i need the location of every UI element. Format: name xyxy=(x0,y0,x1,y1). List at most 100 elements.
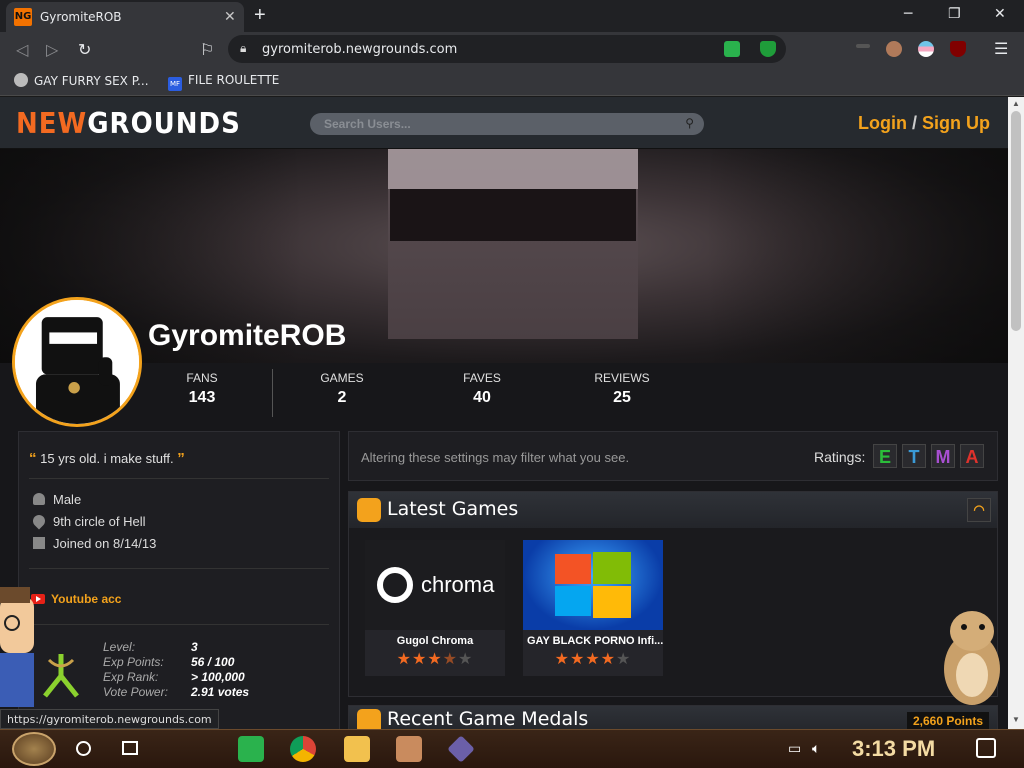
back-icon[interactable]: ◁ xyxy=(16,40,28,59)
shield-extension-icon[interactable] xyxy=(760,41,776,57)
bookmark-gay-furry[interactable]: GAY FURRY SEX P... xyxy=(14,73,149,88)
bookmark-star-icon[interactable]: ⚐ xyxy=(200,40,214,59)
signup-link[interactable]: Sign Up xyxy=(922,113,990,133)
profile-username: GyromiteROB xyxy=(148,319,347,352)
recent-medals-title[interactable]: Recent Game Medals xyxy=(387,708,588,729)
joined-text: Joined on 8/14/13 xyxy=(53,536,157,551)
close-tab-icon[interactable]: ✕ xyxy=(224,8,236,25)
star-rating: ★★★★★ xyxy=(554,651,632,668)
flag-extension-icon[interactable] xyxy=(918,41,934,57)
exp-value: 56 / 100 xyxy=(191,655,235,669)
windows-logo-red xyxy=(555,554,591,584)
stat-fans[interactable]: FANS 143 xyxy=(142,371,262,407)
latest-games-header: Latest Games ◠ xyxy=(349,492,997,528)
taskbar-clock[interactable]: 3:13 PM xyxy=(852,736,935,762)
newgrounds-favicon-icon: NG xyxy=(14,8,32,26)
forward-icon[interactable]: ▷ xyxy=(46,40,58,59)
reload-icon[interactable]: ↻ xyxy=(78,40,91,59)
stat-value: 25 xyxy=(613,389,631,406)
desktop-pet-hamster-icon[interactable] xyxy=(940,605,1004,709)
profile-stats: FANS 143 GAMES 2 FAVES 40 REVIEWS 25 xyxy=(0,363,1008,421)
search-circle-icon[interactable] xyxy=(76,741,91,756)
star-rating: ★★★★★ xyxy=(396,651,474,668)
stat-games[interactable]: GAMES 2 xyxy=(282,371,402,407)
level-slingshot-icon xyxy=(43,654,79,698)
network-icon[interactable]: ▭ xyxy=(788,741,801,757)
close-window-icon[interactable]: ✕ xyxy=(994,6,1006,22)
restore-icon[interactable]: ❐ xyxy=(948,6,961,22)
gender-text: Male xyxy=(53,492,82,507)
thumb-text: chroma xyxy=(421,572,495,597)
avatar-drawing xyxy=(15,300,139,424)
rss-icon[interactable]: ◠ xyxy=(967,498,991,522)
newgrounds-logo[interactable]: NEWGROUNDS xyxy=(16,108,241,141)
chat-extension-icon[interactable] xyxy=(724,41,740,57)
user-avatar[interactable] xyxy=(12,297,142,427)
joined-row: Joined on 8/14/13 xyxy=(33,536,156,551)
unity-icon[interactable] xyxy=(447,735,475,763)
notification-icon[interactable] xyxy=(976,738,996,758)
scroll-up-icon[interactable]: ▲ xyxy=(1012,99,1020,108)
tab-gyromiterob[interactable]: NG GyromiteROB ✕ xyxy=(6,2,244,32)
rating-t-toggle[interactable]: T xyxy=(902,444,926,468)
browser-toolbar: ◁ ▷ ↻ ⚐ 🔒︎ gyromiterob.newgrounds.com ☰ xyxy=(0,32,1024,66)
stat-faves[interactable]: FAVES 40 xyxy=(422,371,542,407)
menu-icon[interactable]: ☰ xyxy=(994,39,1008,59)
level-value: 3 xyxy=(191,640,198,654)
start-button[interactable] xyxy=(12,732,56,766)
minimize-icon[interactable]: ─ xyxy=(904,6,912,22)
location-text: 9th circle of Hell xyxy=(53,514,146,529)
level-stats: Level: 3 Exp Points: 56 / 100 Exp Rank: > 1… xyxy=(103,640,249,700)
bookmark-file-roulette[interactable]: MF FILE ROULETTE xyxy=(168,73,279,91)
lock-icon: 🔒︎ xyxy=(240,41,247,55)
scroll-down-icon[interactable]: ▼ xyxy=(1012,715,1020,724)
ublock-icon[interactable] xyxy=(950,41,966,57)
filter-description: Altering these settings may filter what … xyxy=(361,450,630,465)
latest-games-title[interactable]: Latest Games xyxy=(387,498,518,520)
chroma-logo-icon xyxy=(377,567,413,603)
tab-strip: NG GyromiteROB ✕ + ─ ❐ ✕ xyxy=(0,0,1024,32)
vote-value: 2.91 votes xyxy=(191,685,250,699)
page-scrollbar[interactable]: ▲ ▼ xyxy=(1008,97,1024,729)
auth-links: Login / Sign Up xyxy=(858,113,990,134)
stat-label: REVIEWS xyxy=(594,371,650,385)
stat-divider xyxy=(272,369,273,417)
address-bar[interactable]: 🔒︎ gyromiterob.newgrounds.com xyxy=(228,35,786,63)
rating-e-toggle[interactable]: E xyxy=(873,444,897,468)
desktop-pet-hank-icon[interactable] xyxy=(0,587,40,707)
search-icon[interactable]: ⚲ xyxy=(685,116,694,130)
chrome-icon[interactable] xyxy=(290,736,316,762)
scroll-thumb[interactable] xyxy=(1011,111,1021,331)
profile-info-panel: “ 15 yrs old. i make stuff. ” Male 9th c… xyxy=(18,431,340,729)
divider xyxy=(29,478,329,479)
chat-app-icon[interactable] xyxy=(238,736,264,762)
youtube-link-text: Youtube acc xyxy=(51,592,122,606)
gamepad-icon xyxy=(357,498,381,522)
stat-value: 40 xyxy=(473,389,491,406)
game-card-gugol-chroma[interactable]: chroma Gugol Chroma ★★★★★ xyxy=(365,540,505,676)
extension-icon[interactable] xyxy=(856,44,870,48)
task-view-icon[interactable] xyxy=(122,741,138,755)
game-title: GAY BLACK PORNO Infi... xyxy=(527,635,663,647)
avatar-extension-icon[interactable] xyxy=(886,41,902,57)
app-icon[interactable] xyxy=(396,736,422,762)
game-card-gay-black-porno[interactable]: GAY BLACK PORNO Infi... ★★★★★ xyxy=(523,540,663,676)
windows-logo-yellow xyxy=(593,586,631,618)
url-text: gyromiterob.newgrounds.com xyxy=(262,42,458,57)
rating-m-toggle[interactable]: M xyxy=(931,444,955,468)
game-thumbnail xyxy=(523,540,663,630)
medal-icon xyxy=(357,709,381,729)
login-link[interactable]: Login xyxy=(858,113,907,133)
page-viewport: NEWGROUNDS Search Users... ⚲ Login / Sig… xyxy=(0,97,1008,729)
volume-muted-icon[interactable]: 🔈︎ xyxy=(812,741,820,757)
link-status-bar: https://gyromiterob.newgrounds.com xyxy=(0,709,219,729)
stat-reviews[interactable]: REVIEWS 25 xyxy=(562,371,682,407)
bookmarks-bar: GAY FURRY SEX P... MF FILE ROULETTE xyxy=(0,66,1024,96)
rating-a-toggle[interactable]: A xyxy=(960,444,984,468)
youtube-link[interactable]: Youtube acc xyxy=(31,592,121,606)
new-tab-icon[interactable]: + xyxy=(254,4,266,27)
medal-points-badge: 2,660 Points xyxy=(906,712,989,729)
user-search-input[interactable]: Search Users... ⚲ xyxy=(310,113,704,135)
file-explorer-icon[interactable] xyxy=(344,736,370,762)
search-placeholder: Search Users... xyxy=(324,117,411,131)
